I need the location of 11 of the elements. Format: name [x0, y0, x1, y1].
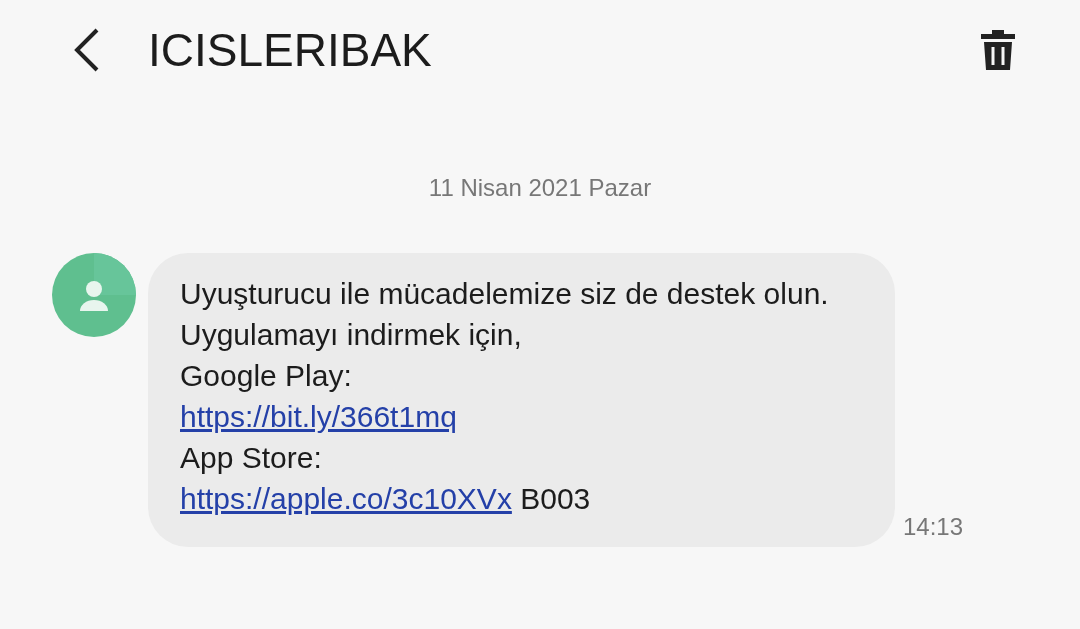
delete-button[interactable]	[978, 27, 1018, 73]
date-label: 11 Nisan 2021 Pazar	[428, 173, 652, 203]
message-link[interactable]: https://bit.ly/366t1mq	[180, 400, 457, 433]
message-text: Uyuşturucu ile mücadelemize siz de destek olun.	[180, 277, 829, 310]
message-text: B003	[519, 482, 591, 515]
message-link[interactable]: https://apple.co/3c10XVx	[180, 482, 512, 515]
message-text: App Store:	[180, 441, 322, 474]
message-text: Google Play:	[180, 359, 352, 392]
conversation-title: ICISLERIBAK	[148, 27, 432, 73]
message-time: 14:13	[903, 512, 964, 542]
message-text: Uygulamayı indirmek için,	[180, 318, 522, 351]
